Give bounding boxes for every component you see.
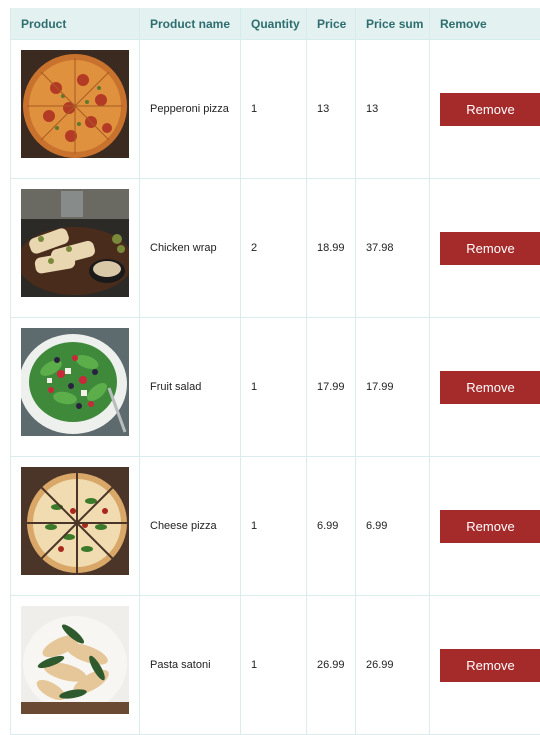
remove-button[interactable]: Remove (440, 510, 540, 543)
product-price-sum: 17.99 (356, 318, 430, 457)
remove-cell: Remove (430, 457, 540, 596)
table-header-row: Product Product name Quantity Price Pric… (11, 8, 540, 40)
header-price-sum: Price sum (356, 8, 430, 40)
header-product-name: Product name (140, 8, 241, 40)
product-price-sum: 13 (356, 40, 430, 179)
product-price: 6.99 (307, 457, 356, 596)
product-price: 17.99 (307, 318, 356, 457)
product-image-cell (11, 596, 140, 735)
product-price: 13 (307, 40, 356, 179)
product-price: 18.99 (307, 179, 356, 318)
remove-cell: Remove (430, 596, 540, 735)
remove-button[interactable]: Remove (440, 232, 540, 265)
table-row: Cheese pizza 1 6.99 6.99 Remove (11, 457, 540, 596)
remove-cell: Remove (430, 179, 540, 318)
header-price: Price (307, 8, 356, 40)
cart-table-wrapper: Product Product name Quantity Price Pric… (10, 8, 540, 735)
table-row: Pepperoni pizza 1 13 13 Remove (11, 40, 540, 179)
product-image-cell (11, 40, 140, 179)
product-image-cell (11, 179, 140, 318)
pasta-photo (21, 606, 129, 714)
product-quantity: 2 (241, 179, 307, 318)
product-name: Cheese pizza (140, 457, 241, 596)
product-quantity: 1 (241, 40, 307, 179)
cheese-pizza-photo (21, 467, 129, 575)
product-name: Fruit salad (140, 318, 241, 457)
table-row: Chicken wrap 2 18.99 37.98 Remove (11, 179, 540, 318)
header-quantity: Quantity (241, 8, 307, 40)
product-quantity: 1 (241, 596, 307, 735)
product-price: 26.99 (307, 596, 356, 735)
product-image-cell (11, 457, 140, 596)
remove-button[interactable]: Remove (440, 371, 540, 404)
product-quantity: 1 (241, 457, 307, 596)
product-name: Pasta satoni (140, 596, 241, 735)
table-row: Fruit salad 1 17.99 17.99 Remove (11, 318, 540, 457)
remove-button[interactable]: Remove (440, 649, 540, 682)
product-price-sum: 6.99 (356, 457, 430, 596)
remove-button[interactable]: Remove (440, 93, 540, 126)
product-price-sum: 26.99 (356, 596, 430, 735)
product-price-sum: 37.98 (356, 179, 430, 318)
product-quantity: 1 (241, 318, 307, 457)
product-image-cell (11, 318, 140, 457)
table-row: Pasta satoni 1 26.99 26.99 Remove (11, 596, 540, 735)
remove-cell: Remove (430, 318, 540, 457)
header-product: Product (11, 8, 140, 40)
cart-table: Product Product name Quantity Price Pric… (10, 8, 540, 735)
remove-cell: Remove (430, 40, 540, 179)
product-name: Pepperoni pizza (140, 40, 241, 179)
chicken-wrap-photo (21, 189, 129, 297)
pepperoni-pizza-photo (21, 50, 129, 158)
fruit-salad-photo (21, 328, 129, 436)
product-name: Chicken wrap (140, 179, 241, 318)
header-remove: Remove (430, 8, 540, 40)
